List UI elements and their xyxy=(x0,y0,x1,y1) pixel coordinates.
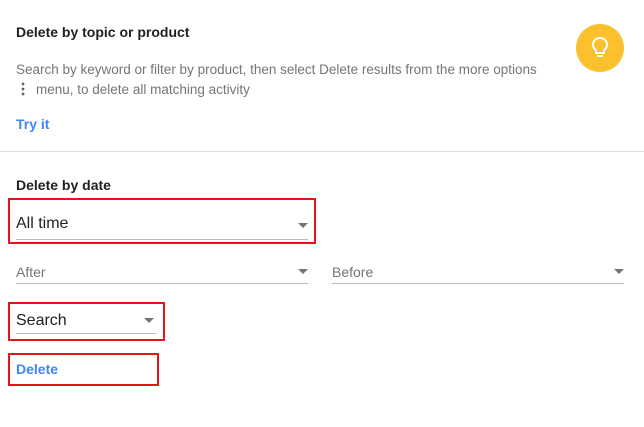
after-date-select[interactable]: After xyxy=(16,264,308,284)
topic-section-title: Delete by topic or product xyxy=(16,24,190,40)
after-date-value: After xyxy=(16,264,46,280)
time-range-select[interactable]: All time xyxy=(16,215,308,240)
description-line-2-wrap: menu, to delete all matching activity xyxy=(16,80,556,100)
try-it-link[interactable]: Try it xyxy=(16,116,49,132)
product-value: Search xyxy=(16,312,67,329)
delete-button[interactable]: Delete xyxy=(16,361,58,377)
select-underline xyxy=(16,333,156,334)
section-divider xyxy=(0,151,644,152)
description-line-1: Search by keyword or filter by product, … xyxy=(16,62,537,77)
dropdown-arrow-icon xyxy=(298,223,308,228)
select-underline xyxy=(16,283,308,284)
lightbulb-icon xyxy=(591,36,609,57)
topic-description: Search by keyword or filter by product, … xyxy=(16,60,556,100)
select-underline xyxy=(332,283,624,284)
description-line-2: menu, to delete all matching activity xyxy=(36,82,250,97)
dropdown-arrow-icon xyxy=(298,269,308,274)
before-date-select[interactable]: Before xyxy=(332,264,624,284)
product-select[interactable]: Search xyxy=(16,312,156,334)
dropdown-arrow-icon xyxy=(144,318,154,323)
date-section-title: Delete by date xyxy=(16,177,111,193)
time-range-value: All time xyxy=(16,215,69,232)
before-date-value: Before xyxy=(332,264,374,280)
more-options-icon xyxy=(21,82,25,96)
dropdown-arrow-icon xyxy=(614,269,624,274)
select-underline xyxy=(16,239,308,240)
lightbulb-badge xyxy=(576,24,624,72)
